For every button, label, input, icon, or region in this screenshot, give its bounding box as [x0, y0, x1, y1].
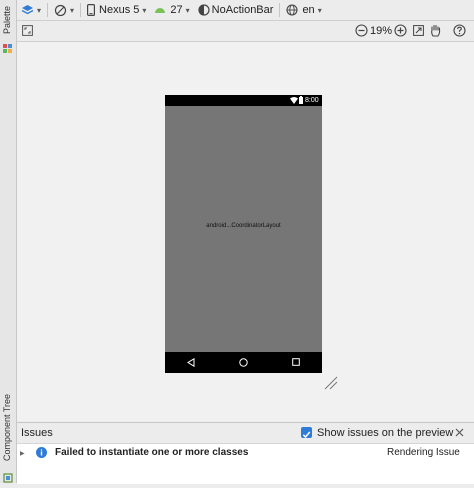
- locale-selector[interactable]: en ▾: [282, 0, 325, 20]
- api-level: 27: [170, 4, 183, 16]
- zoom-level: 19%: [370, 25, 393, 37]
- info-icon: [36, 447, 47, 458]
- chevron-down-icon: ▾: [37, 5, 42, 15]
- issues-panel: Issues Show issues on the preview ▶ Fail…: [17, 422, 474, 484]
- issue-category: Rendering Issue: [387, 447, 460, 458]
- globe-icon: [286, 4, 298, 16]
- zoom-out-icon[interactable]: [355, 24, 368, 37]
- component-tree-icon[interactable]: [3, 470, 13, 483]
- layout-placeholder-label: android...CoordinatorLayout: [206, 223, 281, 229]
- palette-icon[interactable]: [3, 40, 13, 53]
- left-tool-strip: Palette Component Tree: [0, 0, 17, 483]
- toolbar-divider: [279, 3, 281, 17]
- rotate-icon: [54, 4, 67, 16]
- view-toolbar: 19%: [17, 21, 474, 42]
- issues-title: Issues: [21, 427, 53, 439]
- preview-toolbar: ▾ ▾ Nexus 5 ▾ 27 ▾ NoActionBar en ▾: [17, 0, 474, 21]
- design-canvas[interactable]: 8:00 android...CoordinatorLayout: [17, 42, 474, 421]
- issues-list-empty-area: [17, 462, 474, 484]
- palette-tab[interactable]: Palette: [2, 6, 12, 34]
- android-icon: [155, 8, 166, 13]
- status-bar: 8:00: [165, 95, 322, 106]
- issues-header: Issues Show issues on the preview: [17, 423, 474, 443]
- device-selector[interactable]: Nexus 5 ▾: [83, 0, 150, 20]
- layers-icon: [21, 5, 34, 15]
- navigation-bar: [165, 352, 322, 373]
- recents-icon: [292, 358, 300, 366]
- show-issues-checkbox[interactable]: [301, 427, 312, 439]
- component-tree-tab[interactable]: Component Tree: [2, 394, 12, 461]
- show-issues-label[interactable]: Show issues on the preview: [317, 427, 453, 439]
- device-preview[interactable]: 8:00 android...CoordinatorLayout: [165, 95, 322, 373]
- zoom-to-fit-icon[interactable]: [413, 25, 424, 36]
- theme-selector[interactable]: NoActionBar: [194, 0, 278, 20]
- chevron-down-icon: ▾: [142, 5, 147, 15]
- toolbar-divider: [80, 3, 82, 17]
- chevron-down-icon: ▾: [70, 5, 75, 15]
- design-surface-button[interactable]: ▾: [17, 0, 45, 20]
- theme-name: NoActionBar: [211, 4, 274, 16]
- chevron-down-icon: ▾: [317, 5, 322, 15]
- back-icon: [187, 358, 195, 367]
- fit-screen-icon[interactable]: [22, 25, 33, 36]
- api-level-selector[interactable]: 27 ▾: [150, 0, 193, 20]
- device-name: Nexus 5: [99, 4, 140, 16]
- theme-icon: [198, 4, 210, 16]
- issue-message: Failed to instantiate one or more classe…: [55, 447, 249, 458]
- resize-handle-icon[interactable]: [323, 375, 339, 391]
- chevron-right-icon[interactable]: ▶: [20, 450, 25, 457]
- battery-icon: [299, 96, 303, 104]
- status-time: 8:00: [305, 97, 319, 104]
- zoom-in-icon[interactable]: [394, 24, 407, 37]
- pan-hand-icon[interactable]: [430, 24, 441, 37]
- toolbar-divider: [47, 3, 49, 17]
- wifi-icon: [290, 97, 298, 104]
- phone-icon: [87, 4, 96, 16]
- checkmark-icon: [302, 431, 311, 439]
- orientation-button[interactable]: ▾: [50, 0, 78, 20]
- locale-value: en: [302, 4, 315, 16]
- help-icon[interactable]: [453, 24, 466, 37]
- home-icon: [239, 358, 248, 367]
- chevron-down-icon: ▾: [185, 5, 190, 15]
- issue-row[interactable]: ▶ Failed to instantiate one or more clas…: [17, 443, 474, 463]
- close-icon[interactable]: [455, 428, 464, 437]
